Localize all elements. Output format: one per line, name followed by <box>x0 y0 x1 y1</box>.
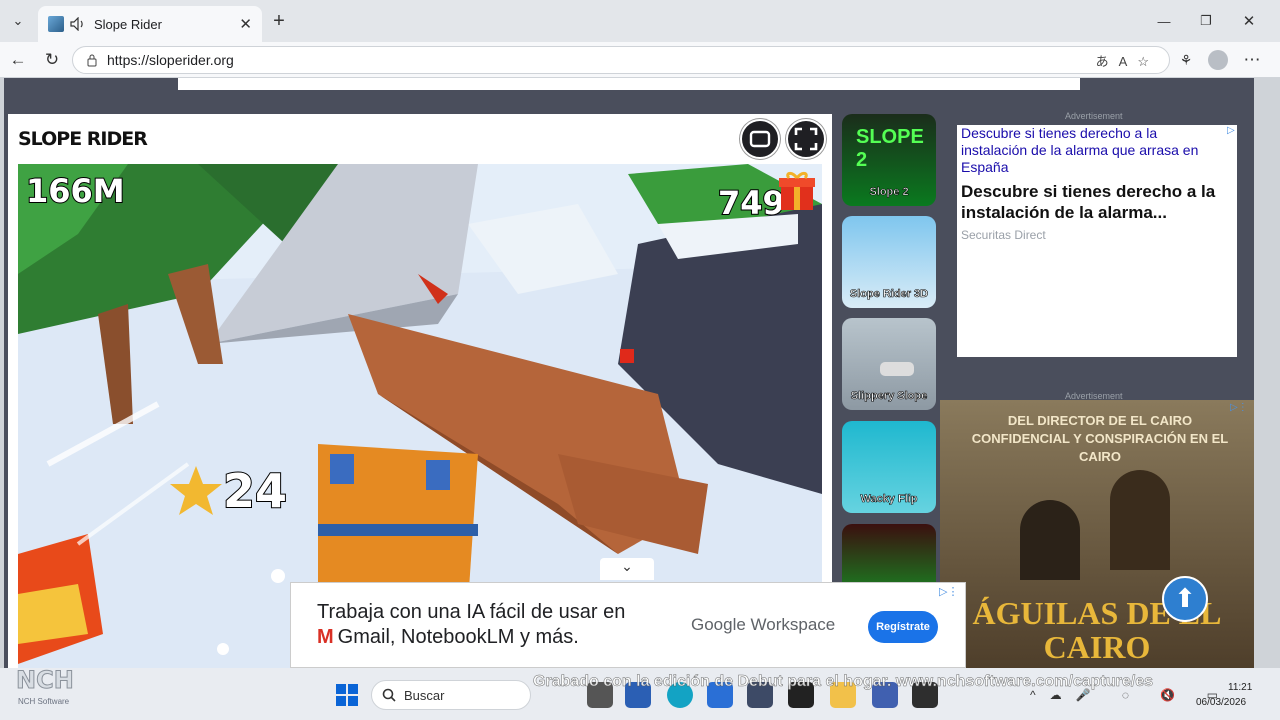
tab-bar: ⌄ Slope Rider ✕ + — ❐ ✕ <box>0 0 1280 42</box>
ad-label: Advertisement <box>1065 111 1123 121</box>
ad-advertiser: Securitas Direct <box>961 228 1046 242</box>
ad-link[interactable]: Descubre si tienes derecho a la instalac… <box>961 125 1223 176</box>
thumb-logo-slope2: SLOPE 2 <box>856 126 924 171</box>
tab-list-button[interactable]: ⌄ <box>4 7 32 35</box>
ad-text-line1: Trabaja con una IA fácil de usar en <box>317 601 626 623</box>
tab-close-icon[interactable]: ✕ <box>239 15 252 33</box>
lock-icon <box>87 54 97 67</box>
game-thumb-slippery-slope[interactable]: Slippery Slope <box>842 318 936 410</box>
gmail-icon: M <box>317 626 334 648</box>
game-thumb-label: Wacky Flip <box>860 493 918 506</box>
collapse-ad-chevron-icon[interactable]: ⌄ <box>600 558 654 580</box>
gift-counter: 749 <box>717 183 786 223</box>
game-thumb-label: Slope Rider 3D <box>849 288 929 301</box>
ad-text-line2: M Gmail, NotebookLM y más. <box>317 626 579 648</box>
windows-start-icon[interactable] <box>335 683 359 707</box>
car-icon <box>880 362 914 376</box>
window-close-button[interactable]: ✕ <box>1235 7 1263 35</box>
tab-title: Slope Rider <box>94 16 162 32</box>
star-icon <box>168 464 224 518</box>
gift-icon <box>778 168 816 212</box>
clock-time[interactable]: 11:21 <box>1228 682 1252 693</box>
theater-mode-button[interactable] <box>740 119 780 159</box>
text-ad[interactable]: Descubre si tienes derecho a la instalac… <box>957 125 1237 357</box>
clock-date[interactable]: 06/03/2026 <box>1196 697 1246 708</box>
game-thumb-label: Slippery Slope <box>850 390 928 403</box>
actress-image <box>1020 500 1080 580</box>
ad-brand: Google Workspace <box>691 615 836 634</box>
tab-slope-rider[interactable]: Slope Rider ✕ <box>38 6 262 42</box>
distance-counter: 166M <box>25 171 126 211</box>
scroll-to-top-button[interactable]: ⬆ <box>1162 576 1208 622</box>
web-page: Advertisement SLOPE RIDER 166M 749 24 SL… <box>4 78 1254 668</box>
profile-avatar[interactable] <box>1208 50 1228 70</box>
movie-ad[interactable]: DEL DIRECTOR DE EL CAIRO CONFIDENCIAL Y … <box>940 400 1254 668</box>
reload-icon[interactable]: ↻ <box>38 46 66 74</box>
nch-logo-caption: NCH Software <box>18 697 70 706</box>
collections-icon[interactable]: ⚘ <box>1172 46 1200 74</box>
game-thumb-slope-rider-3d[interactable]: Slope Rider 3D <box>842 216 936 308</box>
minimize-button[interactable]: — <box>1150 7 1178 35</box>
url-field[interactable]: https://sloperider.org あA☆ <box>72 46 1170 74</box>
actor-image <box>1110 470 1170 570</box>
adchoices-icon[interactable]: ▷⋮ <box>1230 402 1248 413</box>
maximize-button[interactable]: ❐ <box>1192 7 1220 35</box>
ad-headline[interactable]: Descubre si tienes derecho a la instalac… <box>961 181 1233 223</box>
game-thumb-slope-2[interactable]: SLOPE 2 Slope 2 <box>842 114 936 206</box>
adchoices-icon[interactable]: ▷⋮ <box>939 585 958 598</box>
game-thumb-wacky-flip[interactable]: Wacky Flip <box>842 421 936 513</box>
register-button[interactable]: Regístrate <box>868 611 938 643</box>
search-placeholder: Buscar <box>404 687 445 703</box>
more-menu-icon[interactable]: ⋯ <box>1238 46 1266 74</box>
new-tab-button[interactable]: + <box>265 7 293 35</box>
translate-read-favorite-icons[interactable]: あA☆ <box>1096 51 1159 70</box>
bottom-banner-ad[interactable]: Trabaja con una IA fácil de usar en M Gm… <box>290 582 966 668</box>
site-favicon-icon <box>48 16 64 32</box>
movie-ad-tagline: DEL DIRECTOR DE EL CAIRO CONFIDENCIAL Y … <box>971 413 1229 464</box>
top-banner-ad[interactable] <box>178 78 1080 90</box>
game-thumb-label: Slope 2 <box>869 186 909 199</box>
star-counter: 24 <box>222 463 288 519</box>
game-logo: SLOPE RIDER <box>18 128 148 150</box>
game-thumb-partial[interactable] <box>842 524 936 584</box>
fullscreen-button[interactable] <box>786 119 826 159</box>
search-icon <box>382 688 396 702</box>
adchoices-icon[interactable]: ▷ <box>1227 125 1235 136</box>
url-text: https://sloperider.org <box>107 52 234 68</box>
nch-logo: NCH <box>16 666 75 695</box>
taskbar-search[interactable]: Buscar <box>371 680 531 710</box>
speaker-icon[interactable] <box>70 17 86 31</box>
address-bar-row: ← ↻ https://sloperider.org あA☆ ⚘ ⋯ <box>0 42 1280 78</box>
back-arrow-icon[interactable]: ← <box>4 46 32 74</box>
